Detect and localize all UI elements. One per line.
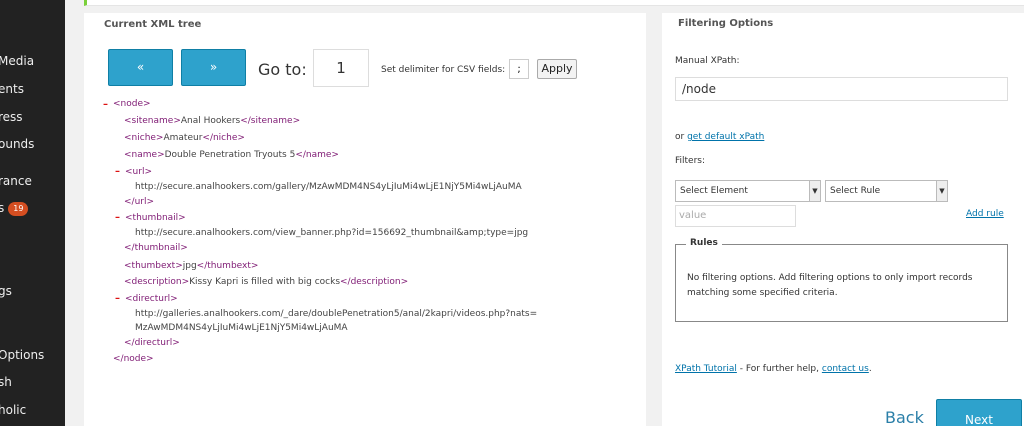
sidebar-item-holic[interactable]: holic (0, 400, 65, 420)
rules-empty-message: No filtering options. Add filtering opti… (687, 273, 973, 298)
filters-label: Filters: (675, 156, 706, 166)
xml-node-close: </node> (113, 354, 154, 364)
collapse-directurl-toggle[interactable]: – (115, 293, 120, 304)
xml-directurl-open[interactable]: <directurl> (125, 294, 178, 304)
sidebar-item-options[interactable]: Options (0, 345, 65, 365)
panel-title: Current XML tree (104, 19, 202, 30)
collapse-url-toggle[interactable]: – (115, 166, 120, 177)
xml-url-value: http://secure.analhookers.com/gallery/Mz… (135, 182, 522, 192)
chevron-down-icon: ▼ (936, 181, 947, 201)
previous-record-button[interactable]: « (108, 49, 173, 86)
delimiter-input[interactable] (509, 59, 529, 79)
add-rule-link[interactable]: Add rule (966, 209, 1004, 219)
contact-us-link[interactable]: contact us (822, 364, 869, 374)
sidebar-item-plugins[interactable]: s 19 (0, 198, 65, 218)
next-button[interactable]: Next (936, 399, 1022, 426)
sidebar-item-appearance[interactable]: rance (0, 171, 65, 191)
xml-description[interactable]: <description>Kissy Kapri is filled with … (124, 277, 408, 287)
sidebar-item-media[interactable]: Media (0, 51, 65, 71)
xml-node-open: <node> (113, 99, 151, 109)
xpath-input[interactable] (675, 77, 1008, 101)
filtering-options-panel: Filtering Options Manual XPath: or get d… (662, 13, 1024, 426)
chevron-down-icon: ▼ (809, 181, 820, 201)
select-element-dropdown[interactable]: Select Element ▼ (675, 180, 821, 202)
sidebar-item-sh[interactable]: sh (0, 372, 65, 392)
goto-record-input[interactable] (313, 49, 369, 87)
filter-value-input[interactable]: value (675, 205, 796, 227)
get-default-xpath-link[interactable]: get default xPath (687, 132, 764, 142)
sidebar-item-backgrounds[interactable]: ounds (0, 134, 65, 154)
xml-directurl-value-line1: http://galleries.analhookers.com/_dare/d… (135, 309, 538, 319)
sidebar-item-progress[interactable]: ress (0, 107, 65, 127)
xml-directurl-value-line2: MzAwMDM4NS4yLjIuMi4wLjE1NjY5Mi4wLjAuMA (135, 323, 348, 333)
xml-thumbnail-open[interactable]: <thumbnail> (125, 213, 186, 223)
next-record-button[interactable]: » (181, 49, 246, 86)
delimiter-label: Set delimiter for CSV fields: (381, 65, 506, 75)
sidebar-item-comments[interactable]: ents (0, 79, 65, 99)
xml-thumbext[interactable]: <thumbext>jpg</thumbext> (124, 261, 258, 271)
xml-niche[interactable]: <niche>Amateur</niche> (124, 133, 245, 143)
notice-strip (84, 0, 1024, 6)
xml-url-close: </url> (124, 197, 155, 207)
collapse-thumbnail-toggle[interactable]: – (115, 212, 120, 223)
help-line: XPath Tutorial - For further help, conta… (675, 364, 872, 374)
rules-legend: Rules (686, 238, 722, 248)
update-count-badge: 19 (8, 201, 29, 216)
select-rule-dropdown[interactable]: Select Rule ▼ (825, 180, 948, 202)
xml-sitename[interactable]: <sitename>Anal Hookers</sitename> (124, 116, 300, 126)
admin-sidebar: Media ents ress ounds rance s 19 gs Optio… (0, 0, 65, 426)
xml-name[interactable]: <name>Double Penetration Tryouts 5</name… (124, 150, 339, 160)
xml-thumbnail-close: </thumbnail> (124, 243, 188, 253)
rules-fieldset: Rules No filtering options. Add filterin… (675, 238, 1008, 322)
back-link[interactable]: Back (885, 408, 924, 426)
manual-xpath-label: Manual XPath: (675, 56, 740, 66)
xml-url-open[interactable]: <url> (125, 167, 152, 177)
xml-thumbnail-value: http://secure.analhookers.com/view_banne… (135, 228, 529, 238)
panel-title: Filtering Options (678, 18, 774, 29)
sidebar-item-settings[interactable]: gs (0, 281, 65, 301)
goto-label: Go to: (258, 60, 307, 79)
collapse-node-toggle[interactable]: – (103, 99, 108, 110)
default-xpath-line: or get default xPath (675, 132, 765, 142)
xpath-tutorial-link[interactable]: XPath Tutorial (675, 364, 737, 374)
xml-tree-panel: Current XML tree « » Go to: Set delimite… (84, 13, 646, 426)
xml-directurl-close: </directurl> (124, 338, 180, 348)
apply-delimiter-button[interactable]: Apply (537, 59, 577, 79)
